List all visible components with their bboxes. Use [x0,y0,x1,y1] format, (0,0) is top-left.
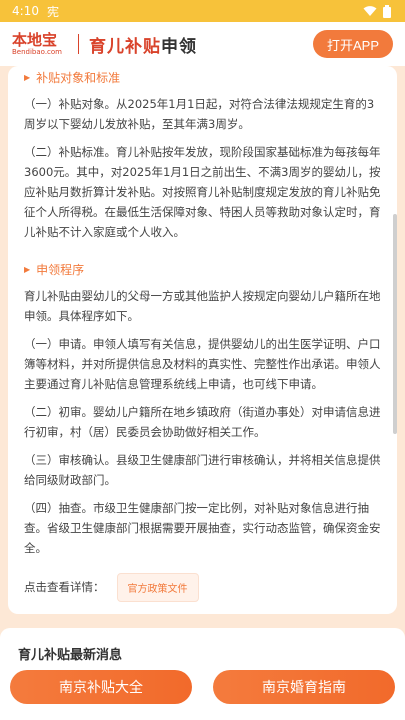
logo[interactable]: 本地宝 Bendibao.com [12,26,62,62]
triangle-icon: ▶ [24,264,31,274]
section-title-text: 补贴对象和标准 [36,70,121,85]
paragraph: （四）抽查。市级卫生健康部门按一定比例，对补贴对象信息进行抽查。省级卫生健康部门… [24,501,381,555]
carrier-icon: 宪 [46,4,59,19]
paragraph: 育儿补贴由婴幼儿的父母一方或其他监护人按规定向婴幼儿户籍所在地申领。具体程序如下… [24,289,381,323]
section-title-subsidy: ▶ 补贴对象和标准 [24,68,381,86]
page-title-a: 育儿补贴 [89,36,162,57]
content-card: ▶ 补贴对象和标准 （一）补贴对象。从2025年1月1日起，对符合法律法规规定生… [8,66,397,614]
scrollbar[interactable] [393,214,397,434]
detail-label: 点击查看详情： [24,580,105,594]
page-title-b: 申领 [161,36,198,57]
status-bar: 4:10 宪 [0,0,405,22]
paragraph: （二）初审。婴幼儿户籍所在地乡镇政府（街道办事处）对申请信息进行初审，村（居）民… [24,405,381,439]
news-title: 育儿补贴最新消息 [18,648,123,663]
open-app-button[interactable]: 打开APP [312,30,393,58]
paragraph: （二）补贴标准。育儿补贴按年发放，现阶段国家基础标准为每孩每年3600元。其中，… [24,145,381,239]
battery-icon [383,4,391,18]
triangle-icon: ▶ [24,72,31,82]
section-title-procedure: ▶ 申领程序 [24,260,381,278]
status-time: 4:10 [12,4,39,18]
detail-row: 点击查看详情： 官方政策文件 [24,570,381,604]
paragraph: （一）补贴对象。从2025年1月1日起，对符合法律法规规定生育的3周岁以下婴幼儿… [24,97,375,131]
wifi-icon [363,6,377,16]
logo-domain: Bendibao.com [12,48,63,56]
section-title-text: 申领程序 [36,262,85,277]
paragraph: （一）申请。申领人填写有关信息，提供婴幼儿的出生医学证明、户口簿等材料，并对所提… [24,337,381,391]
app-header: 本地宝 Bendibao.com 育儿补贴申领 打开APP [0,22,405,66]
paragraph: （三）审核确认。县级卫生健康部门进行审核确认，并将相关信息提供给同级财政部门。 [24,453,381,487]
page-title: 育儿补贴申领 [89,32,197,57]
nanjing-subsidy-button[interactable]: 南京补贴大全 [10,670,192,704]
nanjing-marriage-guide-button[interactable]: 南京婚育指南 [213,670,395,704]
policy-document-link[interactable]: 官方政策文件 [116,572,199,602]
header-divider [78,34,80,54]
logo-brand: 本地宝 [12,31,58,49]
bottom-buttons: 南京补贴大全 南京婚育指南 [10,670,395,704]
